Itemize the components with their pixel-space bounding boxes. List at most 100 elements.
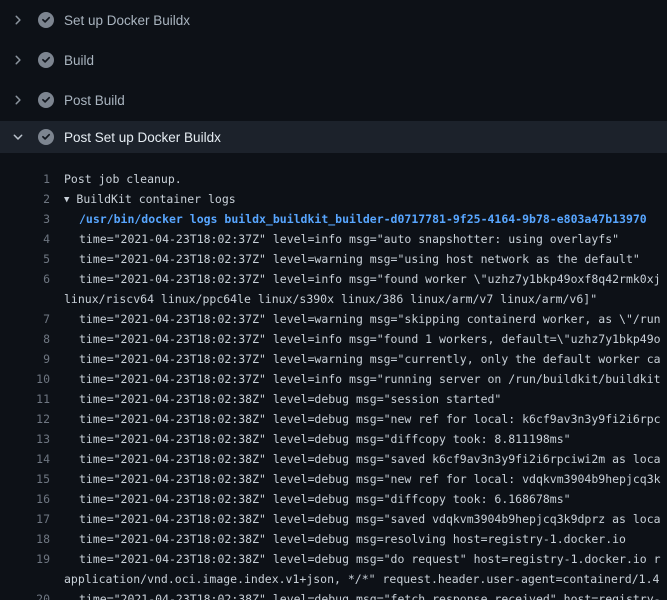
log-line-number[interactable]: 18 xyxy=(0,529,50,549)
log-line-text: ▼time="2021-04-23T18:02:38Z" level=debug… xyxy=(64,389,501,409)
log-line-text: ▼time="2021-04-23T18:02:37Z" level=warni… xyxy=(64,349,661,369)
log-line: 2 ▼ BuildKit container logs xyxy=(0,189,667,209)
log-line: ▼linux/riscv64 linux/ppc64le linux/s390x… xyxy=(0,289,667,309)
log-line-number[interactable]: 4 xyxy=(0,229,50,249)
log-viewer: Set up Docker Buildx Build xyxy=(0,0,667,600)
log-line-number[interactable]: 8 xyxy=(0,329,50,349)
log-line: 3 ▼/usr/bin/docker logs buildx_buildkit_… xyxy=(0,209,667,229)
log-text: time="2021-04-23T18:02:38Z" level=debug … xyxy=(79,412,661,426)
log-line: 9 ▼time="2021-04-23T18:02:37Z" level=war… xyxy=(0,349,667,369)
check-circle-icon xyxy=(38,129,54,145)
log-line: 1 ▼Post job cleanup. xyxy=(0,169,667,189)
log-line-number[interactable]: 19 xyxy=(0,549,50,569)
section-label: Post Build xyxy=(64,93,125,108)
log-text[interactable]: /usr/bin/docker logs buildx_buildkit_bui… xyxy=(79,212,647,226)
log-line-number[interactable]: 12 xyxy=(0,409,50,429)
log-line-text: ▼time="2021-04-23T18:02:38Z" level=debug… xyxy=(64,449,661,469)
log-line-text: ▼time="2021-04-23T18:02:38Z" level=debug… xyxy=(64,489,571,509)
log-line: 15 ▼time="2021-04-23T18:02:38Z" level=de… xyxy=(0,469,667,489)
group-collapse-triangle-icon[interactable]: ▼ xyxy=(64,195,69,205)
log-line-text: ▼time="2021-04-23T18:02:37Z" level=info … xyxy=(64,269,661,289)
log-text: time="2021-04-23T18:02:38Z" level=debug … xyxy=(79,452,661,466)
log-line-text: ▼time="2021-04-23T18:02:37Z" level=info … xyxy=(64,229,619,249)
log-line-text: ▼Post job cleanup. xyxy=(64,169,182,189)
section-row-set-up-docker-buildx[interactable]: Set up Docker Buildx xyxy=(0,0,667,40)
log-line-number[interactable]: 9 xyxy=(0,349,50,369)
log-line-number[interactable]: 15 xyxy=(0,469,50,489)
log-line-number[interactable]: 6 xyxy=(0,269,50,289)
log-text: Post job cleanup. xyxy=(64,172,182,186)
log-line-number[interactable]: 14 xyxy=(0,449,50,469)
log-line-text: ▼time="2021-04-23T18:02:38Z" level=debug… xyxy=(64,509,661,529)
log-line-text: ▼/usr/bin/docker logs buildx_buildkit_bu… xyxy=(64,209,647,229)
log-line: 5 ▼time="2021-04-23T18:02:37Z" level=war… xyxy=(0,249,667,269)
log-text: time="2021-04-23T18:02:38Z" level=debug … xyxy=(79,532,626,546)
log-text: time="2021-04-23T18:02:37Z" level=info m… xyxy=(79,332,661,346)
log-line-number[interactable]: 20 xyxy=(0,589,50,600)
log-line: 13 ▼time="2021-04-23T18:02:38Z" level=de… xyxy=(0,429,667,449)
log-line-text: ▼linux/riscv64 linux/ppc64le linux/s390x… xyxy=(64,289,597,309)
log-text: time="2021-04-23T18:02:37Z" level=warnin… xyxy=(79,252,640,266)
log-line-number[interactable]: 11 xyxy=(0,389,50,409)
chevron-right-icon xyxy=(10,12,26,28)
log-line: 14 ▼time="2021-04-23T18:02:38Z" level=de… xyxy=(0,449,667,469)
section-row-post-build[interactable]: Post Build xyxy=(0,80,667,120)
log-line-number[interactable]: 10 xyxy=(0,369,50,389)
log-line-text: ▼time="2021-04-23T18:02:38Z" level=debug… xyxy=(64,589,661,600)
log-text: time="2021-04-23T18:02:38Z" level=debug … xyxy=(79,592,661,600)
log-text: time="2021-04-23T18:02:37Z" level=info m… xyxy=(79,232,619,246)
log-line-text: ▼time="2021-04-23T18:02:38Z" level=debug… xyxy=(64,469,661,489)
section-label: Set up Docker Buildx xyxy=(64,13,190,28)
log-text: time="2021-04-23T18:02:37Z" level=warnin… xyxy=(79,312,661,326)
log-line: 17 ▼time="2021-04-23T18:02:38Z" level=de… xyxy=(0,509,667,529)
log-line: 20 ▼time="2021-04-23T18:02:38Z" level=de… xyxy=(0,589,667,600)
log-line-text[interactable]: ▼ BuildKit container logs xyxy=(64,189,236,209)
log-text: time="2021-04-23T18:02:37Z" level=info m… xyxy=(79,272,661,286)
log-line-text: ▼time="2021-04-23T18:02:38Z" level=debug… xyxy=(64,549,661,569)
log-line-text: ▼time="2021-04-23T18:02:38Z" level=debug… xyxy=(64,409,661,429)
log-area: 1 ▼Post job cleanup. 2 ▼ BuildKit contain… xyxy=(0,153,667,600)
log-line-text: ▼time="2021-04-23T18:02:38Z" level=debug… xyxy=(64,529,626,549)
sections: Set up Docker Buildx Build xyxy=(0,0,667,153)
log-line: 16 ▼time="2021-04-23T18:02:38Z" level=de… xyxy=(0,489,667,509)
log-line: 19 ▼time="2021-04-23T18:02:38Z" level=de… xyxy=(0,549,667,569)
section-label: Build xyxy=(64,53,94,68)
chevron-right-icon xyxy=(10,92,26,108)
log-line: 12 ▼time="2021-04-23T18:02:38Z" level=de… xyxy=(0,409,667,429)
log-line-number[interactable]: 17 xyxy=(0,509,50,529)
log-text: time="2021-04-23T18:02:37Z" level=warnin… xyxy=(79,352,661,366)
log-line-number[interactable]: 16 xyxy=(0,489,50,509)
log-line-number[interactable]: 5 xyxy=(0,249,50,269)
log-line: 8 ▼time="2021-04-23T18:02:37Z" level=inf… xyxy=(0,329,667,349)
section-label: Post Set up Docker Buildx xyxy=(64,130,221,145)
log-line: 6 ▼time="2021-04-23T18:02:37Z" level=inf… xyxy=(0,269,667,289)
log-line-text: ▼time="2021-04-23T18:02:37Z" level=warni… xyxy=(64,309,661,329)
log-line-number[interactable] xyxy=(0,569,50,589)
section-row-build[interactable]: Build xyxy=(0,40,667,80)
log-line-number[interactable]: 3 xyxy=(0,209,50,229)
log-line-number[interactable]: 7 xyxy=(0,309,50,329)
log-line: 11 ▼time="2021-04-23T18:02:38Z" level=de… xyxy=(0,389,667,409)
log-text: BuildKit container logs xyxy=(76,192,235,206)
check-circle-icon xyxy=(38,52,54,68)
log-line-number[interactable]: 13 xyxy=(0,429,50,449)
log-line-number[interactable]: 2 xyxy=(0,189,50,209)
log-text: linux/riscv64 linux/ppc64le linux/s390x … xyxy=(64,292,597,306)
log-line-text: ▼time="2021-04-23T18:02:37Z" level=info … xyxy=(64,329,661,349)
log-line: 18 ▼time="2021-04-23T18:02:38Z" level=de… xyxy=(0,529,667,549)
check-circle-icon xyxy=(38,92,54,108)
log-text: time="2021-04-23T18:02:38Z" level=debug … xyxy=(79,492,571,506)
log-text: time="2021-04-23T18:02:37Z" level=info m… xyxy=(79,372,661,386)
log-line: ▼application/vnd.oci.image.index.v1+json… xyxy=(0,569,667,589)
log-line: 10 ▼time="2021-04-23T18:02:37Z" level=in… xyxy=(0,369,667,389)
log-line-number[interactable]: 1 xyxy=(0,169,50,189)
log-text: time="2021-04-23T18:02:38Z" level=debug … xyxy=(79,552,661,566)
log-line-text: ▼time="2021-04-23T18:02:38Z" level=debug… xyxy=(64,429,571,449)
log-text: time="2021-04-23T18:02:38Z" level=debug … xyxy=(79,512,661,526)
section-row-post-set-up-docker-buildx[interactable]: Post Set up Docker Buildx xyxy=(0,121,667,153)
log-line-number[interactable] xyxy=(0,289,50,309)
log-line: 7 ▼time="2021-04-23T18:02:37Z" level=war… xyxy=(0,309,667,329)
chevron-down-icon xyxy=(10,129,26,145)
check-circle-icon xyxy=(38,12,54,28)
log-text: time="2021-04-23T18:02:38Z" level=debug … xyxy=(79,432,571,446)
